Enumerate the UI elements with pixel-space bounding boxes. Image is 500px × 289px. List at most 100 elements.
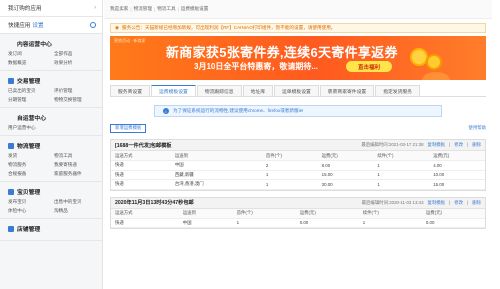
help-link[interactable]: 使用帮助 (468, 125, 486, 131)
service-notice: ◉ 服务公告：天猫新规已经增加新规，可出现利润【RF】CAINIAO打印组件，暂… (110, 23, 486, 33)
sidebar-link-my-apps-label: 我订购的应用 (8, 6, 42, 12)
sidebar-item[interactable]: 合规报备 (8, 171, 50, 177)
table-cell: 1 (261, 179, 318, 190)
sidebar-link-my-apps[interactable]: 我订购的应用 › (0, 0, 102, 17)
delete-template-link[interactable]: 删除 (472, 142, 481, 148)
column-header: 运送到 (170, 151, 262, 161)
freight-table: 运送方式 运送到 首件(个) 运费(元) 续件(个) 运费(元) 快递 中国 1… (111, 208, 485, 229)
section-title: 内容运营中心 (17, 42, 52, 48)
table-cell: 2 (261, 160, 318, 171)
sidebar-item[interactable]: 已卖出的宝贝 (8, 88, 50, 94)
table-header-row: 运送方式 运送到 首件(个) 运费(元) 续件(个) 运费(元) (111, 151, 485, 161)
copy-template-link[interactable]: 复制模板 (428, 142, 446, 148)
info-icon: i (163, 108, 169, 114)
table-cell: 1 (261, 170, 318, 180)
tab-designated-service[interactable]: 指定发货服务 (375, 85, 420, 96)
table-row: 快递 台湾,香港,澳门 1 30.00 1 15.00 (111, 179, 485, 190)
template-toolbar: 新增运费模板 使用帮助 (110, 123, 486, 133)
breadcrumb-item[interactable]: 我是卖家 (110, 6, 128, 12)
sidebar-item[interactable]: 物流服务 (8, 162, 50, 168)
table-cell: 1 (373, 170, 430, 180)
speaker-icon: ◉ (115, 25, 120, 30)
tab-service-provider[interactable]: 服务商设置 (110, 85, 150, 96)
table-cell: 快递 (111, 179, 171, 190)
sidebar-item[interactable]: 淘精品 (54, 208, 96, 214)
coins-illustration-icon (410, 44, 450, 80)
table-cell: 1 (232, 218, 296, 228)
table-row: 快递 中国 2 8.00 1 4.00 (111, 160, 485, 171)
sidebar-section-trade: 交易管理 已卖出的宝贝 评价管理 分期管理 物物交换管理 (0, 71, 102, 108)
breadcrumb-item[interactable]: 物流管理 (134, 6, 152, 12)
tab-bar: 服务商设置 运费模板设置 物流跟踪信息 地址库 运单模板设置 裹裹商家寄件设置 … (110, 85, 486, 97)
gear-icon[interactable] (90, 22, 96, 28)
goods-icon (8, 188, 14, 195)
tab-freight-template[interactable]: 运费模板设置 (151, 85, 196, 96)
sidebar-section-goods: 宝贝管理 发布宝贝 出售中的宝贝 体检中心 淘精品 (0, 182, 102, 219)
sidebar-item[interactable]: 发布宝贝 (8, 199, 50, 205)
table-cell: 15.00 (429, 179, 485, 190)
freight-table: 运送方式 运送到 首件(个) 运费(元) 续件(个) 运费(元) 快递 中国 2… (111, 151, 485, 190)
table-cell: 1 (373, 160, 430, 171)
column-header: 续件(个) (358, 208, 422, 219)
table-cell: 快递 (111, 218, 179, 228)
edit-template-link[interactable]: 修改 (454, 200, 463, 206)
table-cell: 10.00 (429, 170, 485, 180)
column-header: 运送到 (178, 208, 233, 219)
template-title: 2020年11月3日13时43分47秒包邮 (115, 200, 194, 206)
section-title: 自运营中心 (17, 116, 46, 122)
table-row: 快递 西藏,新疆 1 15.00 1 10.00 (111, 170, 485, 180)
sidebar-item[interactable]: 效果分析 (54, 60, 96, 66)
breadcrumb-item[interactable]: 物流工具 (157, 6, 175, 12)
table-cell: 4.00 (429, 160, 485, 171)
content-icon (8, 41, 14, 47)
freight-template-card: [1688一件代发]包邮模板 最后编辑时间:2021-03-17 21:38 复… (110, 139, 486, 191)
sidebar-item[interactable]: 用户运营中心 (8, 125, 50, 131)
tab-tracking-info[interactable]: 物流跟踪信息 (196, 85, 242, 96)
column-header: 运送方式 (111, 208, 179, 219)
sidebar-item[interactable]: 全部作品 (54, 51, 96, 57)
tab-waybill-template[interactable]: 运单模板设置 (274, 85, 319, 96)
table-cell: 1 (373, 179, 430, 190)
sidebar-section-logistics: 物流管理 发货 物流工具 物流服务 我要寄快递 合规报备 家庭服务器件 (0, 136, 102, 182)
edit-template-link[interactable]: 修改 (454, 142, 463, 148)
column-header: 运送方式 (111, 151, 171, 161)
sidebar-item[interactable]: 分期管理 (8, 97, 50, 103)
shop-icon (8, 225, 14, 232)
section-title: 宝贝管理 (17, 190, 41, 196)
table-cell: 快递 (111, 160, 171, 171)
tab-guoguo-shipping[interactable]: 裹裹商家寄件设置 (319, 85, 375, 96)
breadcrumb-item: 运费模板设置 (180, 6, 209, 11)
template-modified-time: 最后编辑时间:2020-11-03 13:43 (361, 199, 424, 205)
sidebar-item[interactable]: 发货 (8, 153, 50, 159)
column-header: 运费(元) (295, 208, 359, 219)
sidebar-item[interactable]: 评价管理 (54, 88, 96, 94)
sidebar-section-shop: 店铺管理 (0, 219, 102, 241)
banner-cta-button[interactable]: 直击福利 (346, 61, 392, 72)
delete-template-link[interactable]: 删除 (472, 200, 481, 206)
sidebar-item[interactable]: 出售中的宝贝 (54, 199, 96, 205)
sidebar-section-content: 内容运营中心 发订阅 全部作品 数据概览 效果分析 (0, 34, 102, 71)
sidebar-link-quick-apps[interactable]: 快捷应用 设置 (0, 17, 102, 34)
table-cell: 0.00 (421, 218, 485, 228)
sidebar-item[interactable]: 数据概览 (8, 60, 50, 66)
add-template-button[interactable]: 新增运费模板 (110, 123, 147, 133)
column-header: 首件(个) (261, 151, 318, 161)
trade-icon (8, 77, 14, 84)
promo-banner[interactable]: 营销活动 · 新商家 新商家获5张寄件券,连续6天寄件享返券 3月10日全平台特… (110, 36, 486, 80)
hint-text: 为了保证系统运行的流畅性,建议使用chrome、firefox或者新版ie! (173, 108, 304, 113)
sidebar-item[interactable]: 我要寄快递 (54, 162, 96, 168)
column-header: 运费(元) (421, 208, 485, 219)
copy-template-link[interactable]: 复制模板 (428, 200, 446, 206)
sidebar-item[interactable]: 体检中心 (8, 208, 50, 214)
column-header: 运费(元) (317, 151, 374, 161)
sidebar-item[interactable]: 物流工具 (54, 153, 96, 159)
sidebar-item[interactable]: 家庭服务器件 (54, 171, 96, 177)
table-cell: 中国 (170, 160, 262, 171)
tab-address-book[interactable]: 地址库 (242, 85, 273, 96)
quick-apps-settings-link[interactable]: 设置 (32, 23, 43, 29)
template-header: 2020年11月3日13时43分47秒包邮 最后编辑时间:2020-11-03 … (111, 197, 485, 209)
sidebar-item[interactable]: 发订阅 (8, 51, 50, 57)
column-header: 首件(个) (232, 208, 296, 219)
section-title: 物流管理 (17, 144, 41, 150)
sidebar-item[interactable]: 物物交换管理 (54, 97, 96, 103)
